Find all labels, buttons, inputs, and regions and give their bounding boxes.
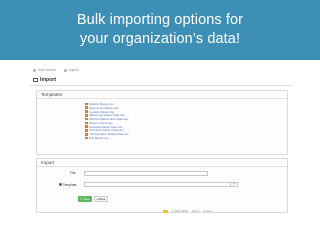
excel-file-icon [85,121,88,125]
page-title: Import [33,77,56,83]
plus-icon [33,68,36,72]
template-link[interactable]: Unit Master.xlsx [85,136,129,140]
banner-line-2: your organization’s data! [79,31,241,47]
import-icon [33,78,38,82]
template-select[interactable]: ▼ [84,181,238,187]
title-divider [30,85,292,86]
arrow-left-icon: ◂ [96,197,99,201]
app-screenshot: Add record Import Import Templates Build… [30,65,292,223]
top-nav: Add record Import [33,67,79,73]
excel-file-icon [85,129,88,132]
save-button[interactable]: ✔ Save [78,196,92,202]
back-button-label: Back [99,197,106,201]
nav-add-record[interactable]: Add record [33,68,56,72]
template-label-text: Template [62,182,77,187]
import-panel-title: Import [41,160,55,165]
excel-file-icon [85,113,88,117]
back-button[interactable]: ◂ Back [94,196,108,202]
nav-import[interactable]: Import [63,68,79,72]
header-banner: Bulk importing options for your organiza… [0,0,320,60]
excel-file-icon [85,117,88,121]
excel-file-icon [85,125,88,128]
nav-add-record-label: Add record [38,68,56,72]
template-link-label: Unit Master.xlsx [89,136,109,141]
excel-file-icon [85,106,88,109]
import-panel: Import File Template ▼ [36,158,288,213]
template-field-label: Template [59,183,77,187]
template-radio[interactable] [59,183,62,186]
chevron-down-icon[interactable]: ▼ [230,182,237,186]
templates-panel: Templates Building Master.xlsx Department… [36,90,288,155]
panel-divider [37,166,287,167]
excel-file-icon [85,110,88,113]
banner-line-1: Bulk importing options for [76,12,244,28]
save-button-label: Save [83,197,90,201]
flag-icon [163,209,168,213]
excel-file-icon [85,136,88,140]
check-icon: ✔ [80,197,83,201]
footer-terms-link[interactable]: Terms [192,209,200,213]
file-label: File [70,171,76,175]
footer: © 2016 FMS Terms Privacy [163,209,213,213]
template-list: Building Master.xlsx Department Master.xl… [85,102,129,140]
nav-import-label: Import [68,68,79,72]
excel-file-icon [85,102,88,106]
panel-divider [37,98,287,99]
page-title-text: Import [40,77,57,83]
templates-panel-title: Templates [41,92,62,97]
footer-copyright: © 2016 FMS [172,209,188,213]
file-input[interactable] [84,170,208,176]
import-icon [63,68,67,72]
footer-privacy-link[interactable]: Privacy [203,209,212,213]
excel-file-icon [85,132,88,136]
